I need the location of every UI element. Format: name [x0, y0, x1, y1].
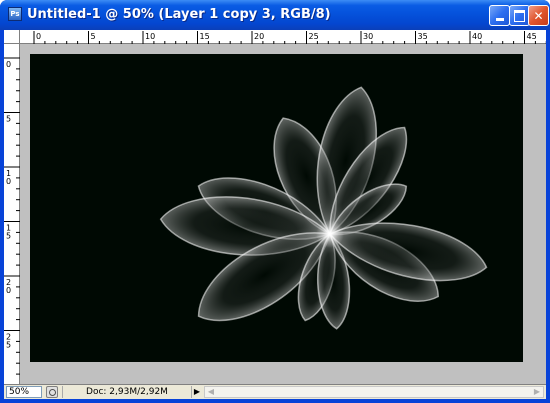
ruler-label: 15 — [200, 32, 210, 41]
ruler-label: 0 — [6, 177, 11, 186]
ruler-label: 30 — [363, 32, 373, 41]
ruler-label: 40 — [472, 32, 482, 41]
vertical-ruler[interactable]: 0510152025 — [4, 44, 20, 384]
petal-group — [159, 86, 488, 330]
image-canvas[interactable] — [30, 54, 523, 362]
horizontal-ruler[interactable]: 0 5 10 15 20 25 30 35 40 45 — [20, 30, 547, 45]
minimize-button[interactable] — [489, 5, 510, 26]
ruler-origin[interactable] — [4, 30, 20, 44]
maximize-icon — [514, 9, 525, 22]
flower-center — [316, 220, 344, 248]
document-client-area: 0 5 10 15 20 25 30 35 40 45 0 5 10 15 20 25 — [4, 30, 547, 399]
ruler-label: 10 — [145, 32, 155, 41]
photoshop-icon[interactable]: Ps — [8, 7, 22, 21]
flower-artwork — [159, 86, 488, 330]
minimize-icon — [495, 18, 504, 21]
close-icon: ✕ — [533, 8, 544, 23]
ruler-label: 45 — [527, 32, 537, 41]
horizontal-ruler-scale: 0 5 10 15 20 25 30 35 40 45 — [33, 31, 547, 45]
ruler-label: 5 — [6, 115, 11, 124]
ruler-label: 0 — [6, 60, 11, 69]
workspace[interactable] — [20, 44, 546, 384]
ruler-label: 0 — [6, 286, 11, 295]
window-title: Untitled-1 @ 50% (Layer 1 copy 3, RGB/8) — [27, 7, 331, 22]
ruler-label: 5 — [6, 232, 11, 241]
ruler-label: 35 — [418, 32, 428, 41]
vertical-ruler-scale: 0510152025 — [4, 57, 20, 375]
document-window: Ps Untitled-1 @ 50% (Layer 1 copy 3, RGB… — [0, 0, 550, 403]
close-button[interactable]: ✕ — [528, 5, 549, 26]
title-bar[interactable]: Ps Untitled-1 @ 50% (Layer 1 copy 3, RGB… — [0, 0, 550, 30]
ruler-label: 5 — [91, 32, 96, 41]
ruler-label: 20 — [254, 32, 264, 41]
ruler-label: 0 — [36, 32, 41, 41]
ruler-label: 5 — [6, 341, 11, 350]
ruler-label: 25 — [309, 32, 319, 41]
maximize-button[interactable] — [509, 5, 530, 26]
